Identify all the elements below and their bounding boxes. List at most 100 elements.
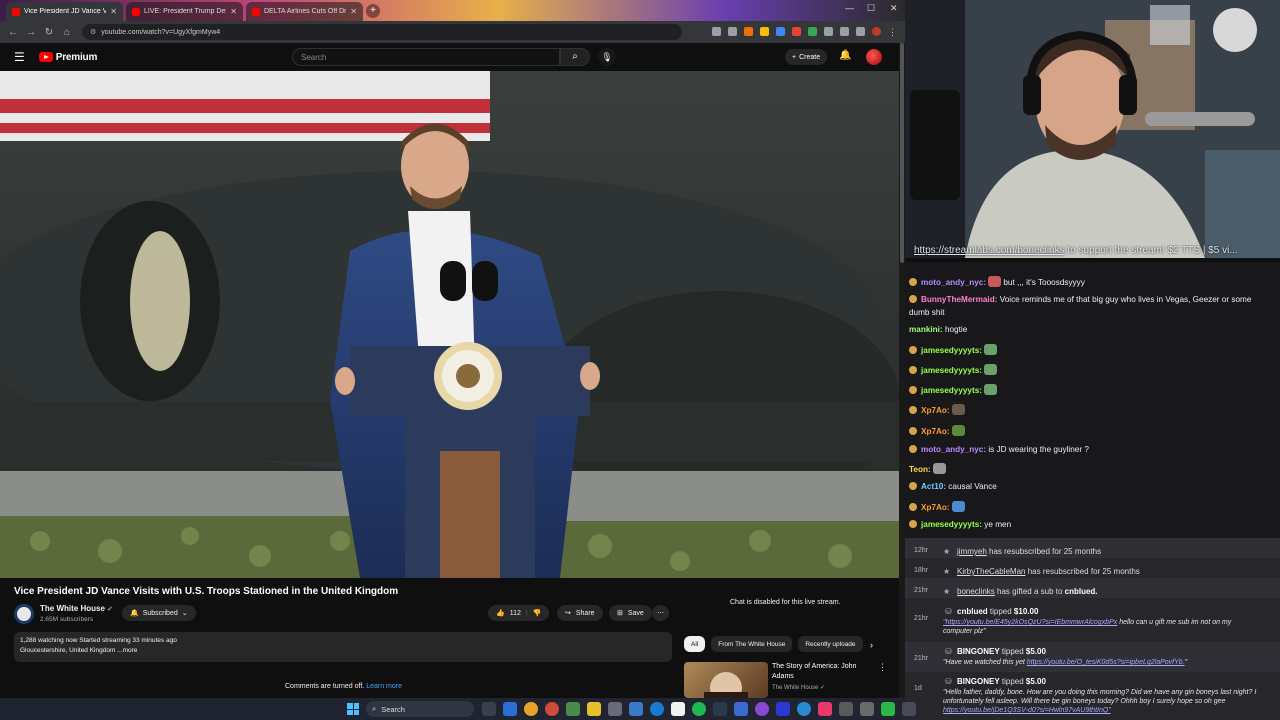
extension-icon[interactable] — [744, 26, 753, 36]
back-arrow-icon[interactable]: ← — [4, 27, 22, 38]
chat-username[interactable]: jamesedyyyyts: — [921, 520, 982, 529]
tip-message-link[interactable]: "https://youtu.be/E45y2kOsQzU?si=IEbmmwr… — [943, 619, 1117, 626]
sidebar-icon[interactable] — [840, 26, 849, 36]
file-explorer-icon[interactable] — [587, 702, 601, 716]
event-target-user[interactable]: cnblued. — [1065, 587, 1098, 596]
chat-username[interactable]: Xp7Ao: — [921, 406, 950, 415]
chat-username[interactable]: jamesedyyyyts: — [921, 366, 982, 375]
windows-start-icon[interactable] — [347, 703, 359, 715]
close-tab-icon[interactable]: ✕ — [110, 7, 117, 16]
app-icon[interactable] — [797, 702, 811, 716]
download-icon[interactable] — [856, 26, 865, 36]
app-icon[interactable] — [734, 702, 748, 716]
youtube-logo[interactable]: Premium — [38, 52, 97, 63]
app-icon[interactable] — [860, 702, 874, 716]
task-view-icon[interactable] — [482, 702, 496, 716]
notifications-bell-icon[interactable]: 🔔 — [839, 50, 851, 61]
event-username[interactable]: KirbyTheCableMan — [957, 567, 1025, 576]
profile-icon[interactable] — [872, 26, 881, 36]
extension-icon[interactable] — [760, 26, 769, 36]
app-icon[interactable] — [566, 702, 580, 716]
tab-vance-video[interactable]: Vice President JD Vance Vi ✕ — [6, 2, 123, 21]
chat-username[interactable]: Xp7Ao: — [921, 503, 950, 512]
tab-trump-live[interactable]: LIVE: President Trump Delivers ✕ — [126, 2, 243, 21]
save-button[interactable]: ⊞ Save — [609, 605, 652, 621]
extension-icon[interactable] — [776, 26, 785, 36]
chevron-right-icon[interactable]: › — [870, 640, 873, 650]
chat-username[interactable]: Act10: — [921, 482, 946, 491]
app-icon[interactable] — [713, 702, 727, 716]
app-icon[interactable] — [755, 702, 769, 716]
chat-username[interactable]: moto_andy_nyc: — [921, 278, 986, 287]
account-avatar[interactable] — [866, 49, 882, 65]
recommended-video-thumbnail[interactable] — [684, 662, 768, 698]
chat-username[interactable]: Xp7Ao: — [921, 427, 950, 436]
app-icon[interactable] — [881, 702, 895, 716]
chip-from-channel[interactable]: From The White House — [711, 636, 793, 652]
video-player[interactable] — [0, 71, 899, 578]
app-icon[interactable] — [650, 702, 664, 716]
voice-search-button[interactable]: 🎙 — [598, 48, 616, 66]
event-username[interactable]: boneclinks — [957, 587, 995, 596]
bookmark-star-icon[interactable] — [728, 26, 737, 36]
app-icon[interactable] — [608, 702, 622, 716]
ticker-link[interactable]: https://streamlabs.com/boneclinks — [914, 245, 1065, 256]
create-button[interactable]: + Create — [785, 49, 828, 65]
kebab-menu-icon[interactable]: ⋮ — [888, 27, 897, 38]
app-icon[interactable] — [503, 702, 517, 716]
chat-username[interactable]: jamesedyyyyts: — [921, 386, 982, 395]
more-actions-button[interactable]: ⋯ — [652, 605, 669, 621]
cast-icon[interactable] — [712, 26, 721, 36]
hamburger-menu-icon[interactable]: ☰ — [14, 50, 25, 64]
app-icon[interactable] — [839, 702, 853, 716]
new-tab-button[interactable]: + — [366, 4, 380, 18]
chrome-icon[interactable] — [524, 702, 538, 716]
tab-delta-airlines[interactable]: DELTA Airlines Cuts Off Drinks ✕ — [246, 2, 363, 21]
chip-all[interactable]: All — [684, 636, 706, 652]
description-box[interactable]: 1,288 watching now Started streaming 33 … — [14, 632, 672, 662]
taskbar-search[interactable]: ⌕ Search — [366, 701, 474, 717]
stream-events-feed[interactable]: 12hr ★ jimmyeh has resubscribed for 25 mon… — [905, 538, 1280, 720]
forward-arrow-icon[interactable]: → — [22, 27, 40, 38]
channel-avatar[interactable] — [14, 604, 34, 624]
chat-username[interactable]: BunnyTheMermaid: — [921, 295, 997, 304]
spotify-icon[interactable] — [692, 702, 706, 716]
share-button[interactable]: ↪ Share — [557, 605, 603, 621]
search-button[interactable]: ⌕ — [560, 48, 590, 66]
close-tab-icon[interactable]: ✕ — [230, 7, 237, 16]
tip-message-link[interactable]: https://youtu.be/jDe1Q3SV-d0?si=Hwln97vA… — [943, 707, 1111, 714]
extension-icon[interactable] — [792, 26, 801, 36]
app-icon[interactable] — [902, 702, 916, 716]
app-icon[interactable] — [629, 702, 643, 716]
close-window-icon[interactable]: ✕ — [890, 3, 898, 14]
tip-message-link[interactable]: https://youtu.be/O_tesiK0d5s?si=ipbeLq2l… — [1027, 659, 1185, 666]
event-username[interactable]: jimmyeh — [957, 547, 987, 556]
chat-username[interactable]: mankini: — [909, 325, 943, 334]
reload-icon[interactable]: ↻ — [40, 27, 58, 38]
minimize-icon[interactable]: — — [845, 3, 854, 13]
site-info-icon[interactable]: ⚙ — [90, 28, 96, 36]
app-icon[interactable] — [776, 702, 790, 716]
chat-username[interactable]: jamesedyyyyts: — [921, 346, 982, 355]
like-thumb-icon[interactable]: 👍 — [496, 609, 505, 617]
search-input[interactable]: Search — [292, 48, 560, 66]
maximize-icon[interactable]: ☐ — [867, 3, 875, 14]
more-vertical-icon[interactable]: ⋮ — [878, 662, 887, 673]
event-username[interactable]: cnblued — [957, 607, 988, 616]
stream-chat[interactable]: moto_andy_nyc: but ,,, it's Tooosdsyyyy B… — [905, 262, 1280, 538]
puzzle-icon[interactable] — [824, 26, 833, 36]
extension-icon[interactable] — [808, 26, 817, 36]
dislike-thumb-icon[interactable]: 👎 — [533, 609, 542, 617]
close-tab-icon[interactable]: ✕ — [350, 7, 357, 16]
app-icon[interactable] — [545, 702, 559, 716]
chip-recently-uploaded[interactable]: Recently uploade — [798, 636, 863, 652]
app-icon[interactable] — [818, 702, 832, 716]
scrollbar-thumb[interactable] — [900, 43, 904, 263]
chat-username[interactable]: moto_andy_nyc: — [921, 445, 986, 454]
app-icon[interactable] — [671, 702, 685, 716]
address-input[interactable]: ⚙ youtube.com/watch?v=UgyXfgmMyw4 — [82, 24, 682, 40]
home-icon[interactable]: ⌂ — [58, 27, 76, 38]
subscribed-button[interactable]: 🔔 Subscribed ⌄ — [122, 605, 196, 621]
event-username[interactable]: BINGONEY — [957, 677, 1000, 686]
recommended-video-title[interactable]: The Story of America: John Adams — [772, 662, 872, 682]
